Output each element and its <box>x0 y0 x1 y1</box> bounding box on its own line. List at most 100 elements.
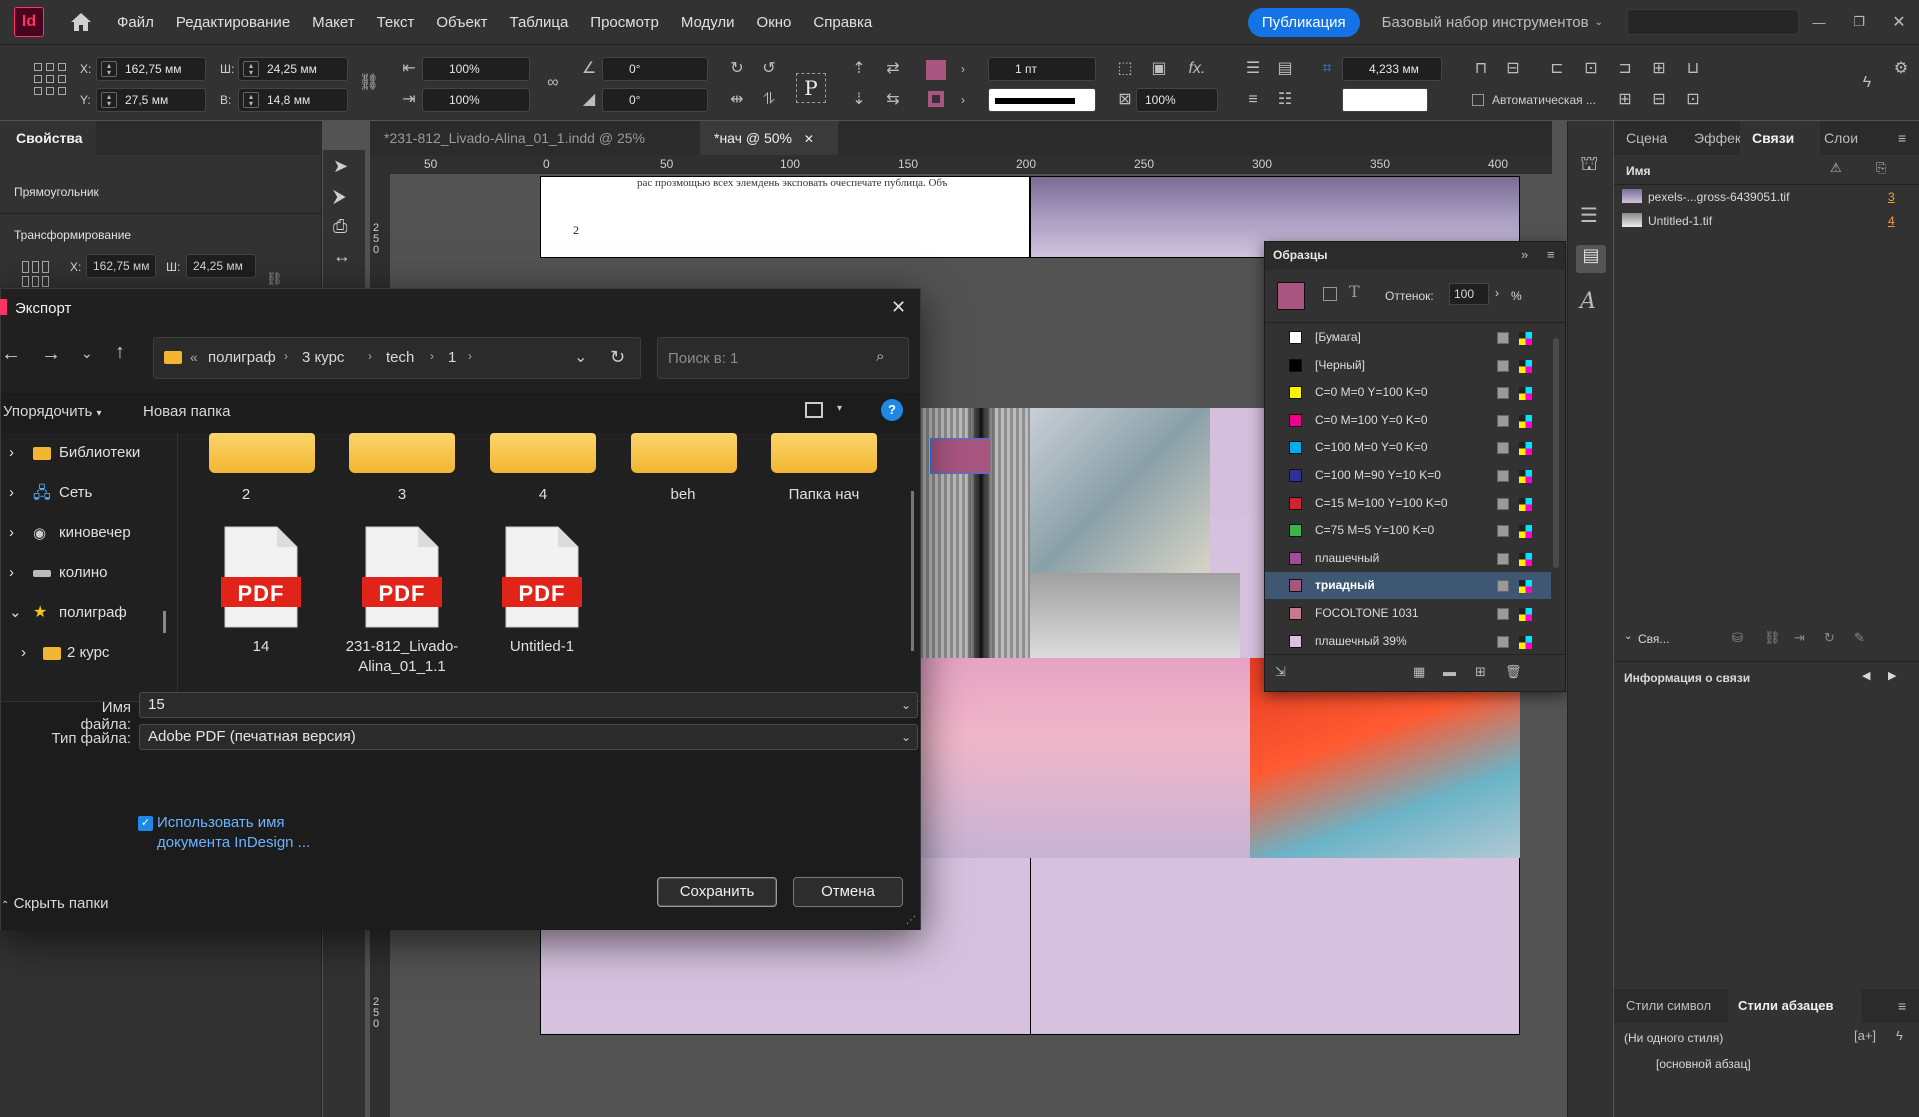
tab-effects[interactable]: Эффек <box>1694 121 1741 155</box>
update-link-icon[interactable]: ↻ <box>1824 630 1835 646</box>
panel-menu-icon[interactable]: ≡ <box>1898 989 1906 1023</box>
breadcrumb-item[interactable]: полиграф <box>208 349 276 366</box>
folder-icon[interactable]: ▬ <box>1443 664 1456 679</box>
chevron-right-icon[interactable]: › <box>1495 286 1499 300</box>
link-row[interactable]: Untitled-1.tif 4 <box>1614 209 1919 233</box>
text-format-icon[interactable]: T <box>1349 282 1360 301</box>
w-field[interactable]: ▴ ▾ 24,25 мм <box>238 57 348 81</box>
panel-menu-icon[interactable]: ≡ <box>1547 247 1555 262</box>
new-folder-button[interactable]: Новая папка <box>143 403 230 420</box>
scale-y-field[interactable]: 100% <box>422 88 530 112</box>
edit-original-icon[interactable]: ✎ <box>1854 630 1865 646</box>
view-options-icon[interactable] <box>805 402 823 418</box>
style-row[interactable]: [основной абзац] <box>1614 1051 1919 1077</box>
rotate-ccw-icon[interactable]: ↺ <box>758 58 780 80</box>
help-icon[interactable]: ? <box>881 399 903 421</box>
align-bottom-icon[interactable]: ⊔ <box>1682 58 1704 80</box>
panel-menu-icon[interactable]: ≡ <box>1898 121 1906 155</box>
relink-icon[interactable]: ⛓ <box>1764 630 1781 646</box>
gap-tool-icon[interactable]: ⌗ <box>1316 58 1338 80</box>
swatch-row[interactable]: C=100 M=0 Y=0 K=0 <box>1265 434 1551 461</box>
link-info-header[interactable]: Информация о связи ◀ ▶ <box>1614 662 1919 692</box>
chevron-right-icon[interactable]: › <box>952 58 974 80</box>
container-format-icon[interactable] <box>1323 287 1337 301</box>
tree-item-favorite[interactable]: ⌄ ★ полиграф <box>1 597 176 629</box>
folder-name[interactable]: beh <box>613 485 753 505</box>
align-top-edge-icon[interactable]: ⊓ <box>1470 58 1492 80</box>
folder-name[interactable]: 2 <box>176 485 316 505</box>
menu-object[interactable]: Объект <box>425 14 498 31</box>
scrollbar[interactable] <box>911 491 914 651</box>
use-doc-name-label[interactable]: Использовать имя документа InDesign ... <box>157 813 337 853</box>
menu-help[interactable]: Справка <box>802 14 883 31</box>
swatch-row[interactable]: C=100 M=90 Y=10 K=0 <box>1265 462 1551 489</box>
search-input[interactable]: Поиск в: 1 ⌕ <box>657 337 909 379</box>
pdf-file-icon[interactable]: PDF <box>362 525 442 629</box>
tab-scene[interactable]: Сцена <box>1626 121 1667 155</box>
folder-icon[interactable] <box>771 433 877 473</box>
filetype-select[interactable]: Adobe PDF (печатная версия) ⌄ <box>139 724 918 750</box>
search-field[interactable] <box>1627 9 1799 35</box>
publish-button[interactable]: Публикация <box>1247 7 1360 37</box>
close-icon[interactable]: ✕ <box>891 297 906 318</box>
tint-input[interactable]: 100 <box>1449 283 1489 305</box>
caret-down-icon[interactable]: ▾ <box>837 403 842 414</box>
chevron-down-icon[interactable]: ⌄ <box>9 597 22 629</box>
reference-point-icon[interactable] <box>34 63 66 95</box>
file-name[interactable]: Untitled-1 <box>472 637 612 657</box>
distribute-v-icon[interactable]: ⊟ <box>1648 89 1670 111</box>
pdf-file-icon[interactable]: PDF <box>221 525 301 629</box>
warning-icon[interactable]: ⚠ <box>1830 160 1842 176</box>
select-container-icon[interactable]: ⇡ <box>848 58 870 80</box>
chevron-right-icon[interactable]: › <box>9 437 14 469</box>
swatch-row[interactable]: C=0 M=0 Y=100 K=0 <box>1265 379 1551 406</box>
tree-item-drive[interactable]: › ◉ киновечер <box>1 517 176 549</box>
selection-tool-icon[interactable]: ➤ <box>333 156 357 180</box>
character-panel-icon[interactable]: A <box>1580 289 1596 314</box>
folder-icon[interactable] <box>349 433 455 473</box>
menu-type[interactable]: Текст <box>366 14 426 31</box>
y-field[interactable]: ▴ ▾ 27,5 мм <box>96 88 206 112</box>
filename-field[interactable]: 15 ⌄ <box>139 692 918 718</box>
breadcrumb-item[interactable]: 1 <box>448 349 456 366</box>
lightning-icon[interactable]: ϟ <box>1896 1028 1903 1043</box>
back-icon[interactable]: ← <box>1 343 21 366</box>
file-name[interactable]: 231-812_Livado-Alina_01_1.1 <box>337 637 467 677</box>
swatch-row[interactable]: C=75 M=5 Y=100 K=0 <box>1265 517 1551 544</box>
file-name[interactable]: 14 <box>191 637 331 657</box>
workspace-switcher[interactable]: Базовый набор инструментов ⌄ <box>1382 14 1603 31</box>
spinner-icon[interactable]: ▴ ▾ <box>101 92 117 108</box>
scrollbar[interactable] <box>163 611 166 633</box>
menu-window[interactable]: Окно <box>746 14 803 31</box>
tree-item-folder[interactable]: › 2 курс <box>1 637 176 669</box>
menu-table[interactable]: Таблица <box>498 14 579 31</box>
link-row[interactable]: pexels-...gross-6439051.tif 3 <box>1614 185 1919 209</box>
distribute-h-icon[interactable]: ⊡ <box>1682 89 1704 111</box>
breadcrumb-item[interactable]: tech <box>386 349 414 366</box>
folder-icon[interactable] <box>490 433 596 473</box>
folder-name[interactable]: 4 <box>473 485 613 505</box>
collapse-panel-icon[interactable]: » <box>1521 247 1528 262</box>
distribute-center-icon[interactable]: ⊡ <box>1580 58 1602 80</box>
fill-swatch[interactable] <box>926 60 946 80</box>
page-sort-icon[interactable]: ⎘ <box>1876 160 1886 176</box>
lightning-icon[interactable]: ϟ <box>1856 72 1878 94</box>
new-style-icon[interactable]: [a+] <box>1854 1028 1876 1043</box>
swatch-row[interactable]: C=0 M=100 Y=0 K=0 <box>1265 407 1551 434</box>
save-button[interactable]: Сохранить <box>657 877 777 907</box>
tab-paragraph-styles[interactable]: Стили абзацев <box>1728 989 1862 1023</box>
w-field[interactable]: 24,25 мм <box>186 254 256 278</box>
minimize-icon[interactable]: — <box>1799 15 1839 30</box>
flip-vertical-icon[interactable]: ⥮ <box>758 89 780 111</box>
constrain-link-icon[interactable]: ⛓ <box>358 72 380 94</box>
spinner-icon[interactable]: ▴ ▾ <box>243 92 259 108</box>
x-field[interactable]: 162,75 мм <box>86 254 156 278</box>
chevron-right-icon[interactable]: › <box>9 517 14 549</box>
checkbox-checked[interactable]: ✓ <box>138 816 153 831</box>
next-icon[interactable]: ▶ <box>1888 669 1896 682</box>
folder-name[interactable]: Папка нач <box>754 485 894 505</box>
align-objects-icon[interactable]: ⊞ <box>1648 58 1670 80</box>
tab-document-1[interactable]: *231-812_Livado-Alina_01_1.indd @ 25% <box>370 121 690 155</box>
menu-layout[interactable]: Макет <box>301 14 365 31</box>
chevron-right-icon[interactable]: › <box>9 557 14 589</box>
